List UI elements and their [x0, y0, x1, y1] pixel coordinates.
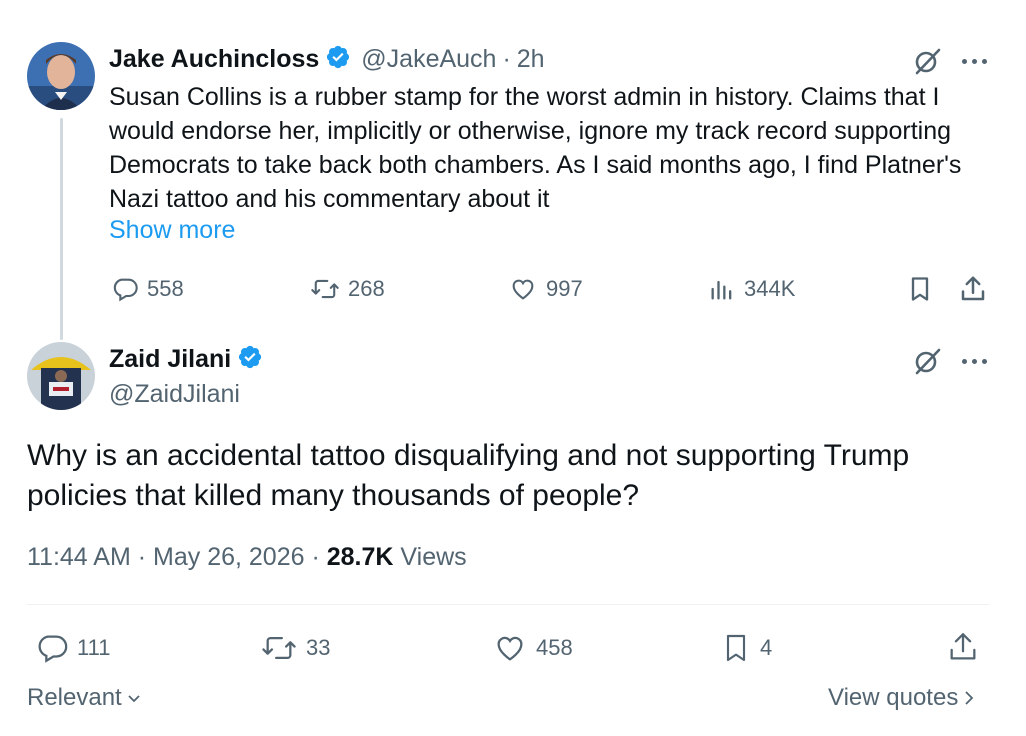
author-handle[interactable]: @JakeAuch: [361, 45, 496, 74]
like-count: 997: [546, 276, 583, 301]
share-button[interactable]: [958, 274, 988, 304]
grok-icon[interactable]: [912, 46, 942, 81]
view-quotes-label: View quotes: [828, 684, 959, 711]
repost-icon: [311, 279, 339, 299]
reply-count: 111: [77, 635, 111, 660]
share-button[interactable]: [946, 630, 980, 664]
reply-button[interactable]: 558: [111, 275, 184, 303]
repost-button[interactable]: 268: [310, 275, 385, 303]
bookmark-button[interactable]: 4: [720, 630, 772, 666]
main-header: Zaid Jilani: [109, 344, 263, 375]
separator-dot: ·: [311, 543, 327, 571]
heart-icon: [512, 279, 534, 300]
repost-count: 268: [348, 276, 385, 301]
author-name[interactable]: Zaid Jilani: [109, 345, 231, 374]
chevron-right-icon: [965, 691, 974, 705]
avatar[interactable]: [27, 42, 95, 110]
views-label: Views: [400, 543, 467, 571]
show-more-link[interactable]: Show more: [109, 216, 235, 245]
like-button[interactable]: 458: [492, 631, 573, 665]
bookmark-button[interactable]: [906, 274, 934, 304]
reply-to-header: Jake Auchincloss @JakeAuch · 2h: [109, 44, 545, 75]
views-button[interactable]: 344K: [708, 275, 795, 303]
avatar[interactable]: [27, 342, 95, 410]
post-date[interactable]: May 26, 2026: [153, 543, 305, 571]
reply-button[interactable]: 111: [35, 631, 110, 665]
like-button[interactable]: 997: [508, 275, 583, 303]
post-text: Why is an accidental tattoo disqualifyin…: [27, 439, 910, 512]
more-options-icon[interactable]: [962, 59, 987, 64]
reply-to-text: Susan Collins is a rubber stamp for the …: [109, 83, 962, 213]
bookmark-icon: [726, 634, 746, 662]
bookmark-count: 4: [760, 635, 773, 660]
bookmark-icon: [911, 277, 929, 301]
repost-count: 33: [306, 635, 331, 660]
views-count: 28.7K: [326, 543, 394, 571]
reply-icon: [113, 278, 138, 302]
share-icon: [950, 633, 976, 660]
post-meta: 11:44 AM · May 26, 2026 · 28.7K Views: [27, 543, 467, 572]
grok-icon[interactable]: [912, 346, 942, 381]
reply-icon: [38, 635, 68, 663]
analytics-icon: [711, 280, 732, 300]
views-count: 344K: [744, 276, 796, 301]
divider: [27, 604, 989, 605]
repost-button[interactable]: 33: [260, 631, 330, 665]
more-options-icon[interactable]: [962, 359, 987, 364]
share-icon: [961, 276, 985, 301]
author-name[interactable]: Jake Auchincloss: [109, 45, 319, 74]
thread-connector: [60, 118, 63, 340]
verified-badge-icon: [325, 44, 351, 75]
author-handle[interactable]: @ZaidJilani: [109, 380, 240, 409]
separator-dot: ·: [137, 543, 154, 571]
heart-icon: [497, 636, 523, 661]
sort-label: Relevant: [27, 684, 122, 711]
reply-count: 558: [147, 276, 184, 301]
chevron-down-icon: [128, 695, 140, 703]
verified-badge-icon: [237, 344, 263, 375]
post-time[interactable]: 11:44 AM: [27, 543, 131, 571]
sort-replies-dropdown[interactable]: Relevant: [27, 684, 142, 712]
time-ago[interactable]: 2h: [517, 45, 545, 74]
view-quotes-link[interactable]: View quotes: [828, 684, 976, 712]
repost-icon: [262, 636, 296, 660]
main-handle-row: @ZaidJilani: [109, 380, 240, 409]
like-count: 458: [536, 635, 573, 660]
separator-dot: ·: [502, 45, 511, 73]
